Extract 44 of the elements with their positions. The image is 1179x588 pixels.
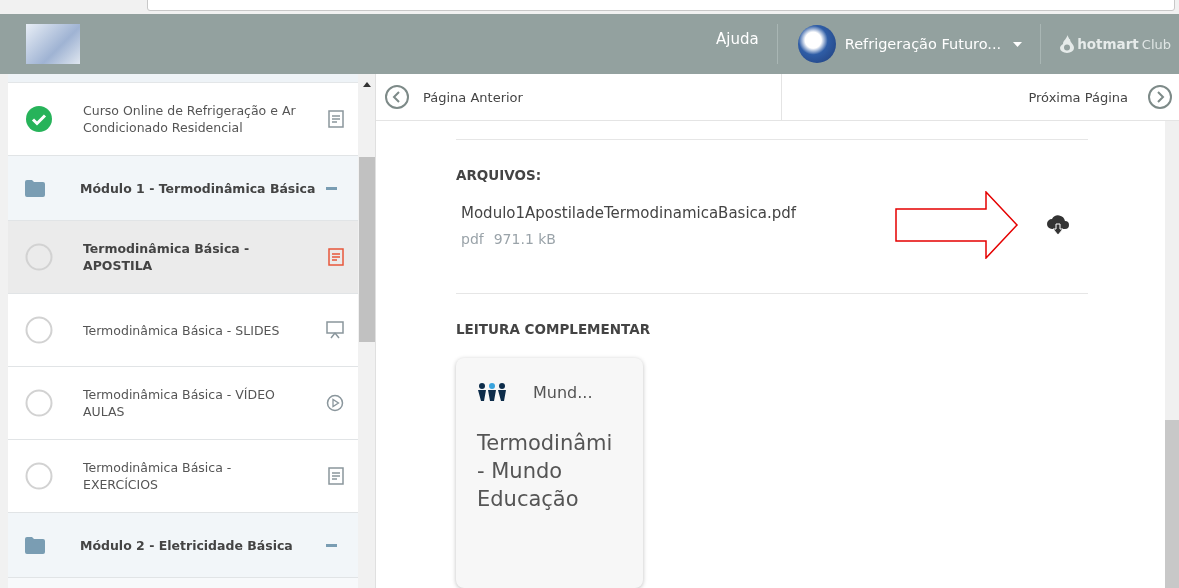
lesson-title: Curso Online de Refrigeração e Ar Condicionado Residencial (83, 102, 297, 136)
avatar[interactable] (797, 25, 836, 63)
collapse-icon[interactable] (326, 543, 337, 547)
next-page-link[interactable]: Próxima Página (782, 74, 1179, 120)
module-row[interactable]: Módulo 1 - Termodinâmica Básica (8, 156, 358, 221)
card-title: - Mundo (477, 458, 564, 485)
document-icon (328, 467, 344, 485)
lesson-title: Termodinâmica Básica - APOSTILA (83, 240, 251, 274)
chevron-left-icon (385, 85, 409, 109)
card-title: Termodinâmi (477, 430, 614, 457)
scrollbar[interactable] (1165, 121, 1179, 588)
scrollbar[interactable] (358, 74, 375, 588)
lesson-title: Termodinâmica Básica - VÍDEO AULAS (83, 386, 276, 420)
document-icon (328, 110, 344, 128)
document-icon (328, 248, 344, 266)
source-name: Mund... (533, 382, 593, 402)
next-page-label[interactable]: Próxima Página (1028, 89, 1128, 105)
folder-icon (25, 536, 45, 554)
module-row[interactable]: Módulo 2 - Eletricidade Básica (8, 513, 358, 578)
scroll-up-icon[interactable] (362, 82, 371, 87)
logo-image[interactable] (26, 24, 80, 64)
reading-card[interactable]: Mund... Termodinâmi - Mundo Educação (456, 358, 643, 588)
card-title: Educação (477, 486, 580, 513)
flame-icon (1060, 35, 1075, 53)
reading-heading: LEITURA COMPLEMENTAR (456, 321, 652, 337)
module-title: Módulo 1 - Termodinâmica Básica (80, 179, 317, 197)
previous-page-label[interactable]: Página Anterior (423, 89, 523, 105)
play-icon (326, 394, 344, 412)
cloud-download-icon[interactable] (1046, 214, 1070, 236)
presentation-icon (326, 321, 344, 339)
collapse-icon[interactable] (326, 186, 337, 190)
files-heading: ARQUIVOS: (456, 167, 543, 183)
people-logo-icon (477, 382, 507, 402)
lesson-item[interactable]: Termodinâmica Básica - APOSTILA (8, 221, 358, 294)
module-title: Módulo 2 - Eletricidade Básica (80, 536, 294, 554)
lesson-title: Termodinâmica Básica - SLIDES (83, 321, 281, 339)
caret-icon[interactable] (1013, 41, 1023, 47)
file-size: 971.1 kB (493, 230, 556, 247)
lesson-title: Termodinâmica Básica - EXERCÍCIOS (83, 459, 233, 493)
file-link[interactable]: Modulo1ApostiladeTermodinamicaBasica.pdf (461, 203, 895, 222)
chevron-right-icon (1148, 85, 1172, 109)
file-type: pdf (461, 230, 484, 247)
previous-page-link[interactable]: Página Anterior (376, 74, 782, 120)
folder-icon (25, 179, 45, 197)
